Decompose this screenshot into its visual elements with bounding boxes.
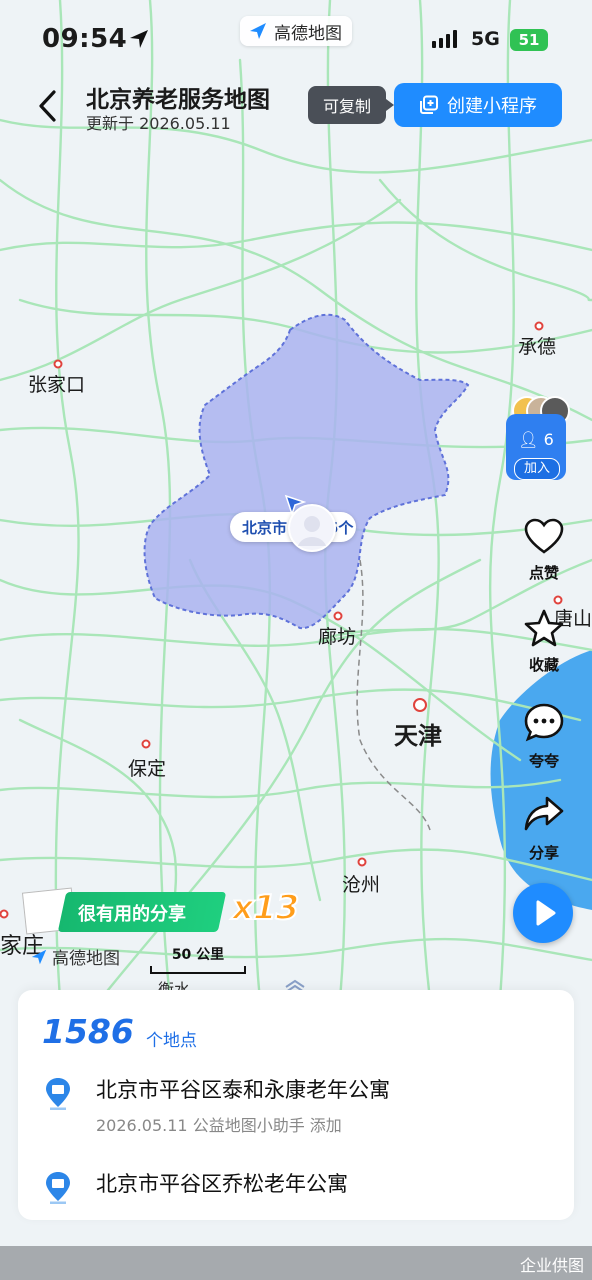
place-name: 北京市平谷区泰和永康老年公寓 bbox=[96, 1078, 390, 1102]
share-icon bbox=[524, 796, 564, 831]
star-icon bbox=[524, 609, 564, 647]
city-label-cangzhou: 沧州 bbox=[342, 874, 381, 896]
signal-icon bbox=[432, 30, 457, 48]
favorite-label: 收藏 bbox=[528, 656, 559, 674]
share-badge-text: 很有用的分享 bbox=[78, 904, 186, 925]
member-count-value: 6 bbox=[543, 430, 554, 449]
battery-indicator: 51 bbox=[510, 29, 548, 51]
amap-logo-icon bbox=[250, 23, 266, 39]
share-multiplier: x13 bbox=[231, 887, 300, 929]
region-marker-label: 北京市 bbox=[242, 519, 288, 537]
share-badge[interactable]: 很有用的分享 bbox=[0, 887, 230, 936]
city-label-langfang: 廊坊 bbox=[318, 626, 357, 648]
create-mini-program-button[interactable]: 创建小程序 bbox=[394, 83, 562, 127]
places-count-unit: 个地点 bbox=[146, 1031, 197, 1051]
updated-date: 更新于 2026.05.11 bbox=[86, 114, 231, 133]
page-title: 北京养老服务地图 bbox=[86, 87, 270, 113]
status-time: 09:54 bbox=[42, 24, 128, 54]
list-item[interactable]: 北京市平谷区泰和永康老年公寓 2026.05.11 公益地图小助手 添加 bbox=[38, 1074, 558, 1135]
favorite-button[interactable]: 收藏 bbox=[516, 608, 572, 675]
places-card[interactable]: 1586 个地点 北京市平谷区泰和永康老年公寓 2026.05.11 公益地图小… bbox=[18, 990, 574, 1220]
copy-tooltip: 可复制 bbox=[308, 86, 394, 124]
share-label: 分享 bbox=[528, 844, 559, 862]
city-label-zhangjiakou: 张家口 bbox=[28, 374, 86, 396]
chat-icon bbox=[524, 703, 564, 742]
network-type: 5G bbox=[471, 28, 500, 50]
watermark-text: 企业供图 bbox=[519, 1256, 584, 1275]
like-button[interactable]: 点赞 bbox=[516, 518, 572, 583]
create-button-label: 创建小程序 bbox=[447, 96, 537, 117]
city-label-tianjin: 天津 bbox=[394, 722, 442, 750]
location-arrow-icon bbox=[284, 494, 306, 516]
image-caption-bar: 企业供图 bbox=[0, 1246, 592, 1280]
elderly-home-pin-icon bbox=[46, 1172, 70, 1204]
location-services-icon bbox=[130, 30, 148, 48]
like-label: 点赞 bbox=[528, 564, 559, 582]
members-panel[interactable]: 👤︎ 6 加入 bbox=[506, 414, 566, 480]
city-label-chengde: 承德 bbox=[518, 336, 557, 358]
member-count: 👤︎ 6 bbox=[506, 430, 566, 449]
place-name: 北京市平谷区乔松老年公寓 bbox=[96, 1172, 348, 1196]
add-square-icon bbox=[420, 95, 438, 114]
scale-label: 50 公里 bbox=[171, 947, 225, 963]
amap-logo-icon bbox=[31, 949, 47, 964]
heart-icon bbox=[524, 518, 564, 554]
play-tour-button[interactable] bbox=[513, 883, 573, 943]
join-button[interactable]: 加入 bbox=[514, 458, 560, 480]
app-badge[interactable]: 高德地图 bbox=[240, 16, 352, 46]
map-brand: 高德地图 bbox=[30, 944, 120, 969]
brand-label: 高德地图 bbox=[52, 949, 120, 969]
elderly-home-pin-icon bbox=[46, 1078, 70, 1110]
person-icon: 👤︎ bbox=[518, 430, 539, 449]
list-item[interactable]: 北京市平谷区乔松老年公寓 bbox=[38, 1168, 558, 1204]
places-count: 1586 bbox=[42, 1012, 134, 1051]
scale-bar bbox=[150, 966, 246, 974]
back-chevron-icon[interactable] bbox=[36, 88, 60, 124]
battery-level: 51 bbox=[518, 31, 540, 49]
city-label-baoding: 保定 bbox=[128, 758, 167, 780]
praise-button[interactable]: 夸夸 bbox=[516, 702, 572, 771]
praise-label: 夸夸 bbox=[528, 752, 559, 770]
share-button[interactable]: 分享 bbox=[516, 794, 572, 863]
place-meta: 2026.05.11 公益地图小助手 添加 bbox=[96, 1116, 342, 1135]
play-icon bbox=[536, 900, 556, 926]
map-scale: 50 公里 bbox=[150, 944, 246, 974]
app-badge-label: 高德地图 bbox=[274, 23, 342, 44]
